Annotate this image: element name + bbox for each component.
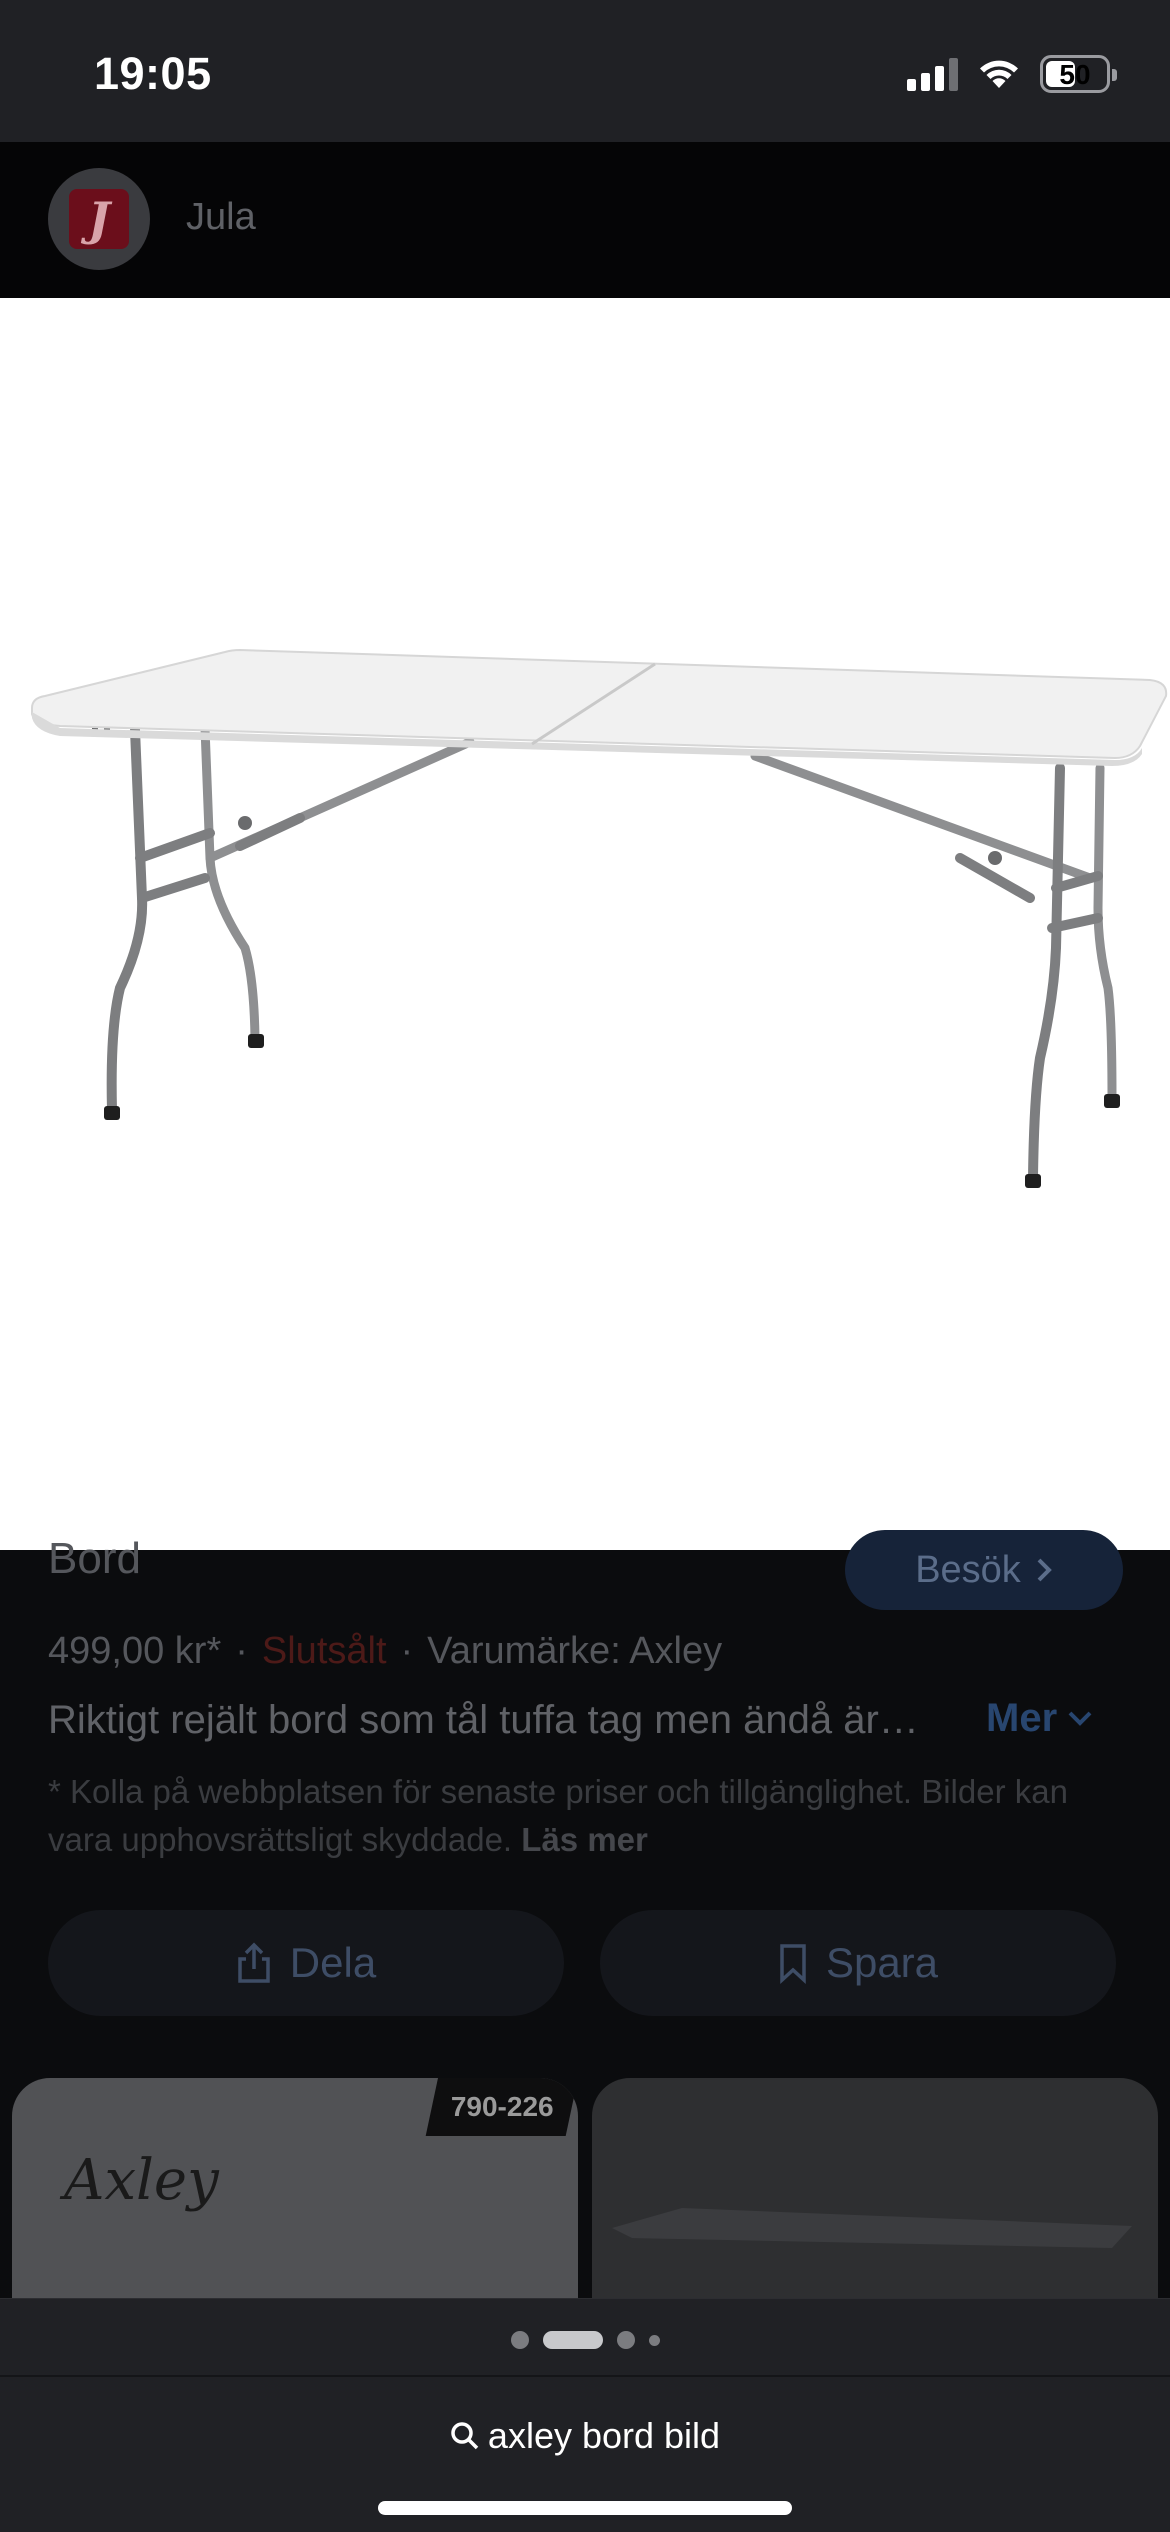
battery-icon: 50: [1040, 55, 1117, 93]
product-meta: 499,00 kr* · Slutsålt · Varumärke: Axley: [48, 1630, 723, 1672]
share-label: Dela: [289, 1939, 377, 1986]
source-logo-letter: J: [69, 189, 129, 249]
status-bar: 19:05 50: [0, 0, 1170, 142]
product-price: 499,00 kr*: [48, 1630, 222, 1672]
search-icon: [451, 2422, 479, 2450]
product-brand: Varumärke: Axley: [427, 1630, 723, 1672]
product-description: Riktigt rejält bord som tål tuffa tag me…: [48, 1698, 919, 1742]
source-name[interactable]: Jula: [186, 196, 256, 239]
source-logo[interactable]: J: [48, 168, 150, 270]
brand-logo-text: Axley: [64, 2148, 219, 2213]
bottom-bar: axley bord bild: [0, 2298, 1170, 2532]
chevron-right-icon: [1037, 1558, 1052, 1582]
pager-dot-active[interactable]: [542, 2331, 603, 2349]
bookmark-icon: [780, 1944, 806, 1984]
visit-button[interactable]: Besök: [845, 1530, 1123, 1610]
table-thumbnail: [612, 2208, 1132, 2248]
search-query[interactable]: axley bord bild: [0, 2415, 1170, 2457]
more-button[interactable]: Mer: [986, 1696, 1093, 1741]
more-label: Mer: [986, 1696, 1058, 1740]
cellular-signal-icon: [907, 57, 958, 91]
pager-dots[interactable]: [0, 2331, 1170, 2349]
status-time: 19:05: [94, 48, 212, 99]
chevron-down-icon: [1068, 1711, 1092, 1726]
related-image-card[interactable]: [592, 2078, 1158, 2318]
availability-status: Slutsålt: [261, 1630, 387, 1672]
read-more-link[interactable]: Läs mer: [521, 1821, 648, 1858]
disclaimer: * Kolla på webbplatsen för senaste prise…: [48, 1768, 1128, 1864]
folding-table-illustration: [31, 648, 1168, 1188]
status-icons: 50: [907, 52, 1117, 96]
home-indicator[interactable]: [378, 2501, 792, 2515]
product-info: Bord Besök 499,00 kr* · Slutsålt · Varumärke…: [0, 1530, 1170, 2318]
product-image[interactable]: [0, 298, 1170, 1550]
product-number-badge: 790-226: [425, 2078, 578, 2136]
search-query-text: axley bord bild: [487, 2415, 721, 2456]
pager-dot[interactable]: [616, 2331, 635, 2349]
source-header[interactable]: J Jula: [0, 142, 1170, 298]
pager-dot[interactable]: [510, 2331, 529, 2349]
share-icon: [238, 1942, 270, 1983]
related-image-card[interactable]: 790-226 Axley: [12, 2078, 578, 2318]
visit-label: Besök: [915, 1548, 1021, 1591]
pager-dot[interactable]: [648, 2334, 660, 2346]
wifi-icon: [980, 60, 1018, 88]
share-button[interactable]: Dela: [48, 1910, 564, 2016]
save-label: Spara: [825, 1939, 939, 1986]
save-button[interactable]: Spara: [600, 1910, 1116, 2016]
divider: [0, 2375, 1170, 2377]
product-title: Bord: [48, 1534, 141, 1583]
battery-level: 50: [1059, 59, 1091, 90]
